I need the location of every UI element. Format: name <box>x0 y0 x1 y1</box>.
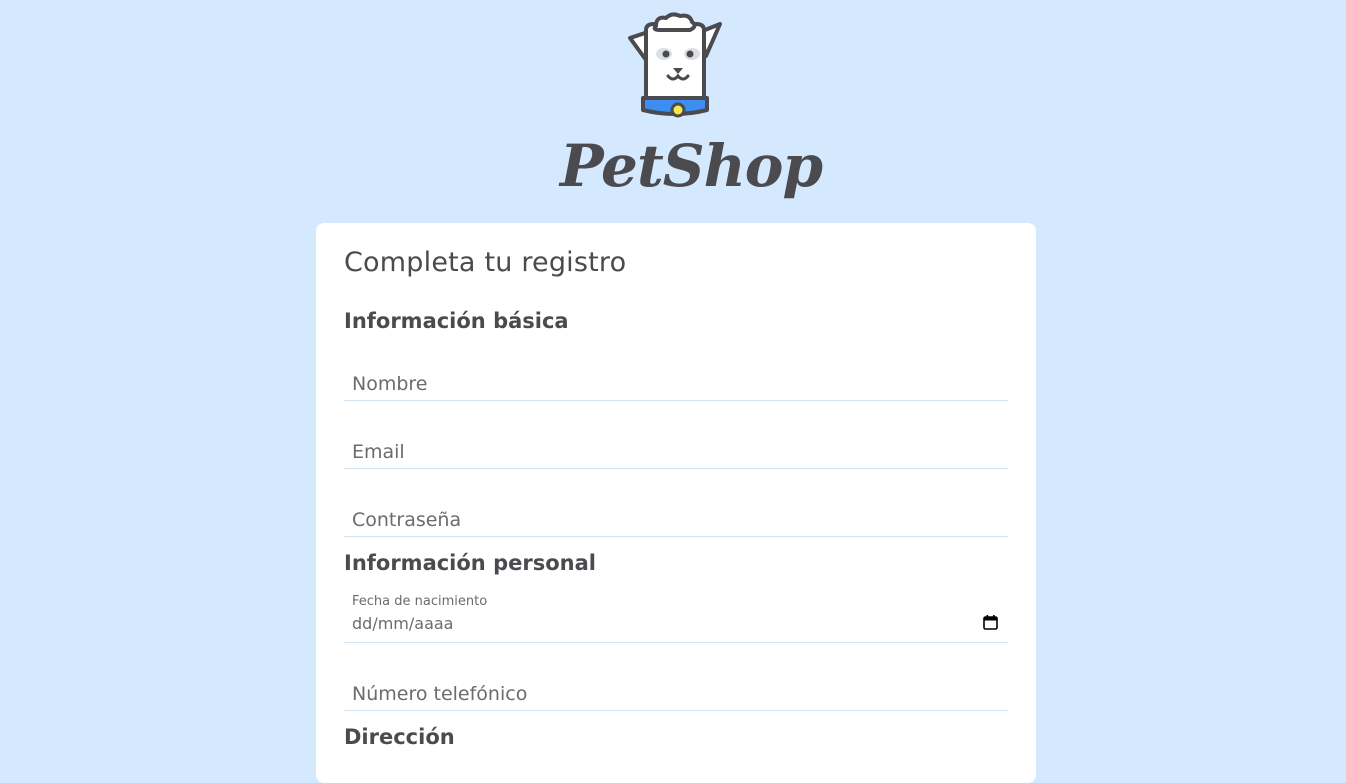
email-input[interactable] <box>344 423 1008 468</box>
phone-input[interactable] <box>344 665 1008 710</box>
birthdate-label: Fecha de nacimiento <box>352 594 488 609</box>
password-input[interactable] <box>344 491 1008 536</box>
section-title-basic-info: Información básica <box>344 309 569 333</box>
password-field <box>344 491 1008 537</box>
header: PetShop <box>0 0 1346 222</box>
dog-head-icon <box>628 12 722 118</box>
section-title-address: Dirección <box>344 725 455 749</box>
name-field <box>344 355 1008 401</box>
email-field <box>344 423 1008 469</box>
brand-logo-text: PetShop <box>560 132 823 200</box>
phone-field <box>344 665 1008 711</box>
page-title: Completa tu registro <box>344 247 627 278</box>
name-input[interactable] <box>344 355 1008 400</box>
section-title-personal-info: Información personal <box>344 551 596 575</box>
birthdate-field[interactable]: Fecha de nacimiento dd/mm/aaaa <box>344 589 1008 643</box>
registration-card: Completa tu registro Información básica … <box>316 223 1036 783</box>
calendar-icon[interactable] <box>983 615 998 630</box>
birthdate-input[interactable]: dd/mm/aaaa <box>352 614 453 633</box>
